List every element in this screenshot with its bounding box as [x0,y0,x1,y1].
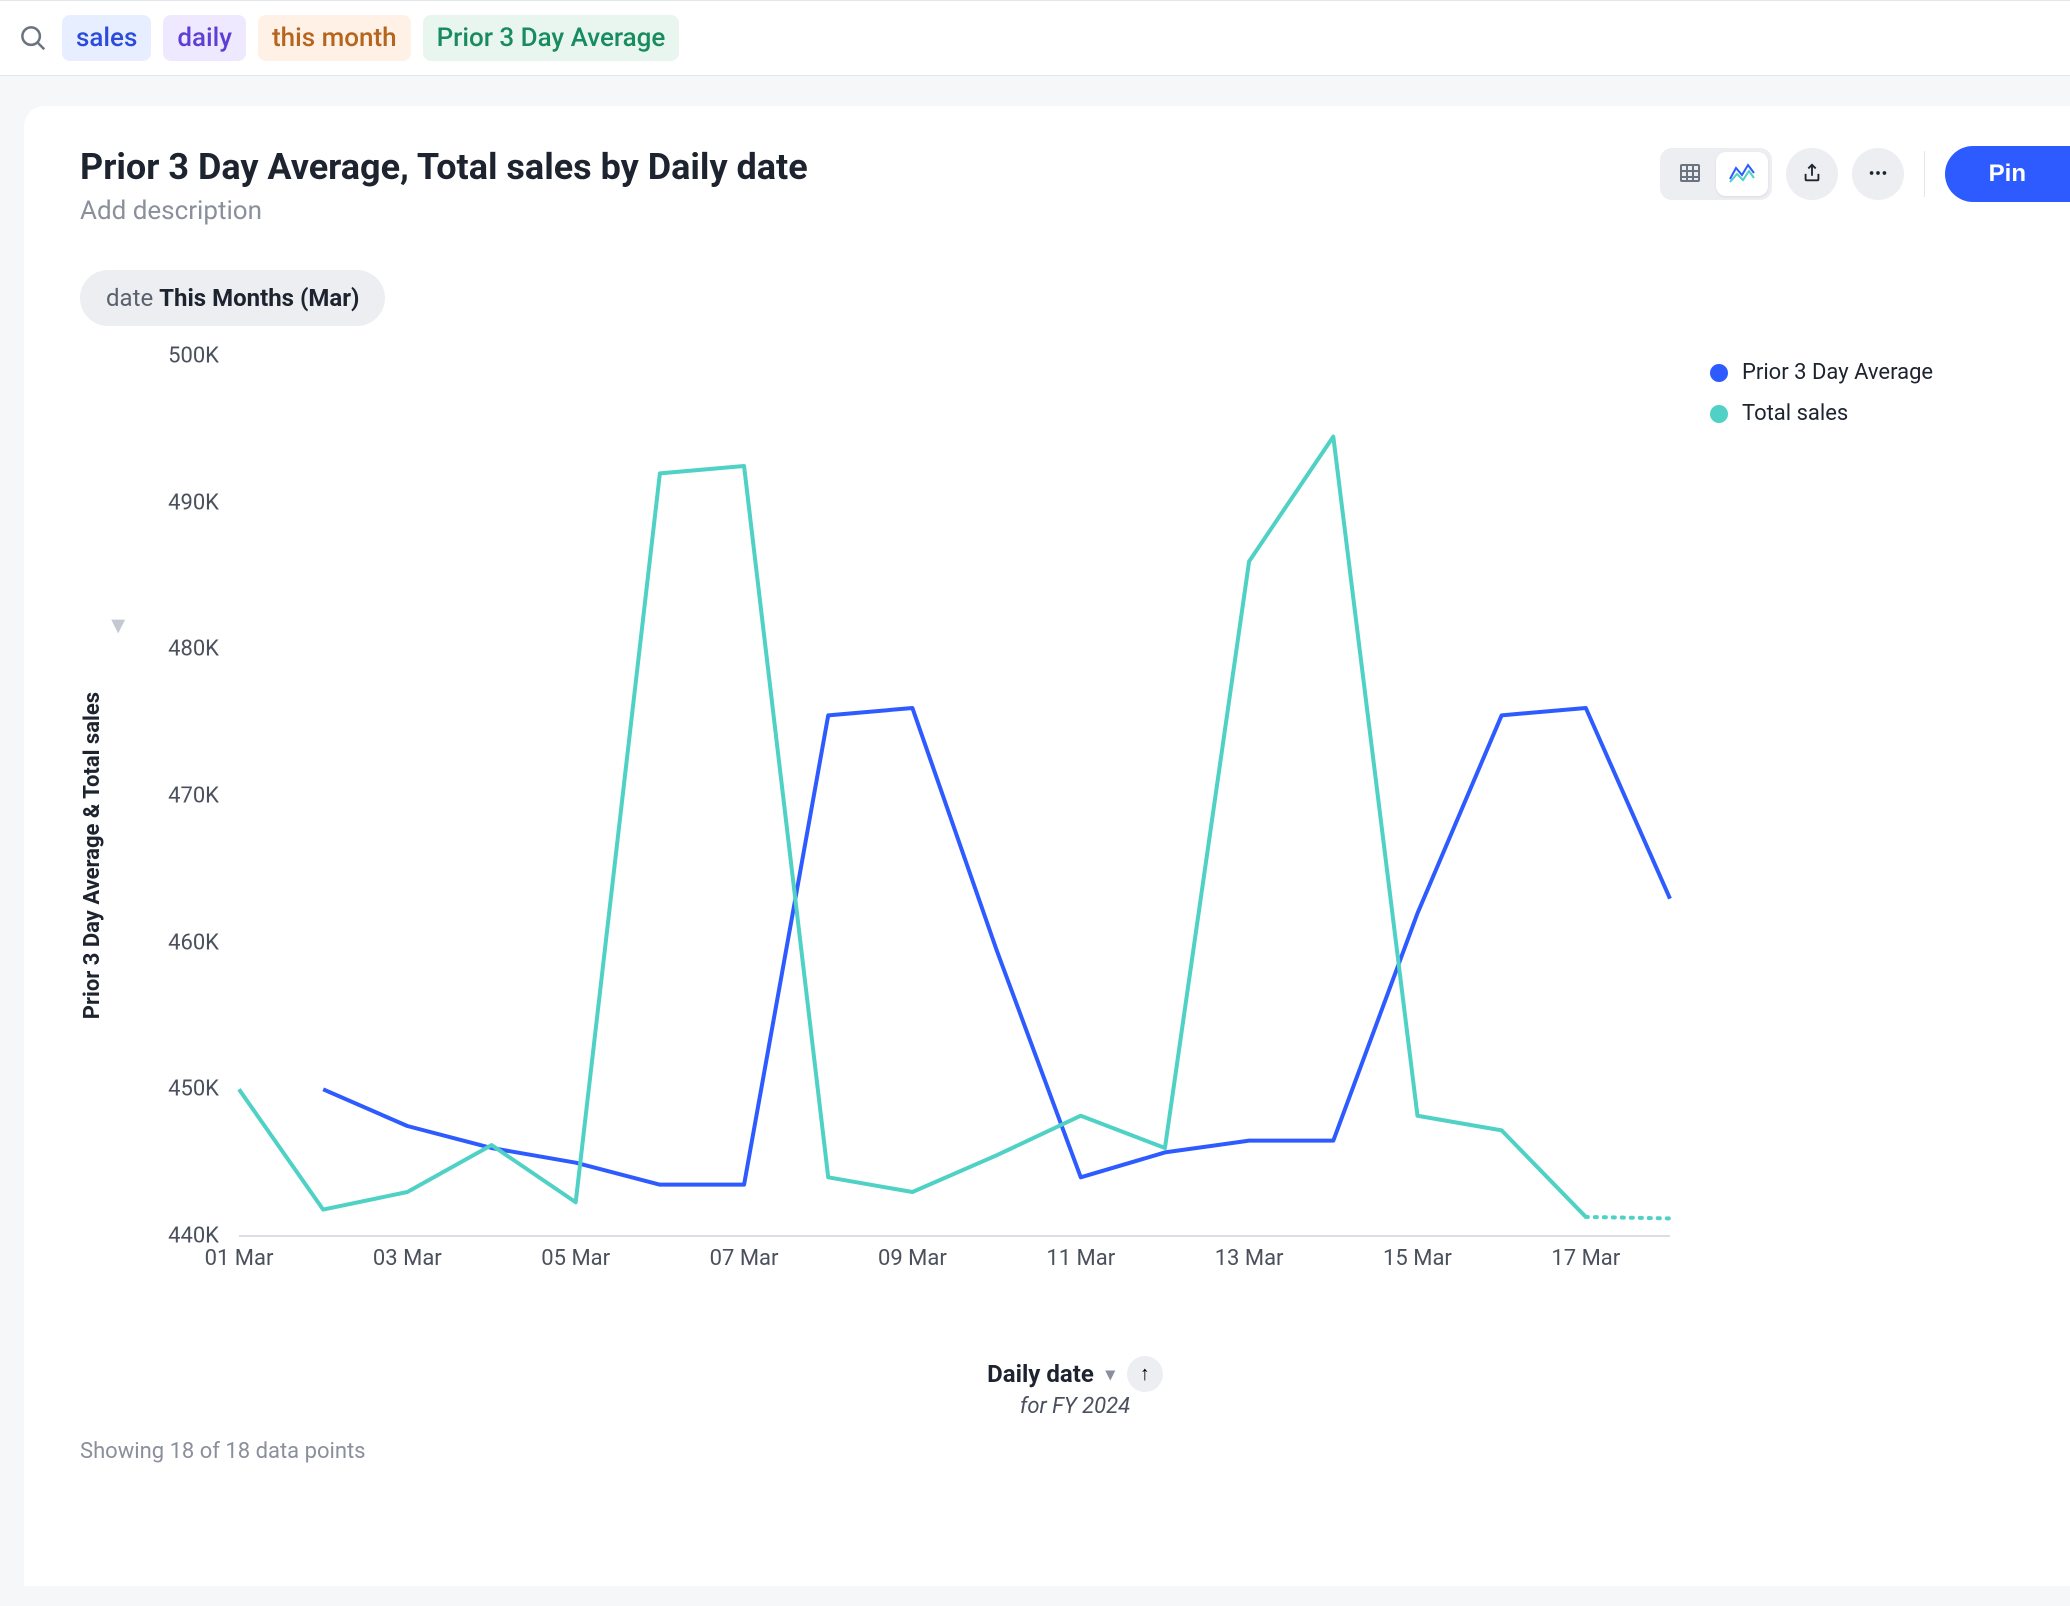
search-icon[interactable] [18,23,48,53]
x-axis-ticks: 01 Mar03 Mar05 Mar07 Mar09 Mar11 Mar13 M… [239,1246,1670,1286]
x-tick-label: 05 Mar [541,1246,610,1271]
header-actions: Pin [1660,146,2070,202]
y-tick-label: 480K [168,637,219,662]
x-axis-title-row: Daily date ▾ ↑ [80,1356,2070,1392]
search-token[interactable]: daily [163,15,246,61]
viz-card: Prior 3 Day Average, Total sales by Dail… [24,106,2070,1586]
table-icon [1678,161,1702,188]
x-axis-title[interactable]: Daily date [987,1360,1094,1388]
x-axis-subtitle: for FY 2024 [80,1394,2070,1419]
filter-value: This Months (Mar) [159,284,359,312]
divider [1924,151,1925,197]
pin-button[interactable]: Pin [1945,146,2070,202]
description-input[interactable]: Add description [80,196,808,226]
chevron-down-icon[interactable]: ▾ [1106,1364,1115,1385]
chart-plot[interactable] [239,356,1670,1236]
x-tick-label: 13 Mar [1215,1246,1284,1271]
y-tick-label: 470K [168,784,219,809]
legend-item-total-sales[interactable]: Total sales [1710,401,2040,426]
chart-title: Prior 3 Day Average, Total sales by Dail… [80,146,808,188]
legend-label: Prior 3 Day Average [1742,360,1933,385]
more-actions-button[interactable] [1852,148,1904,200]
data-points-note: Showing 18 of 18 data points [80,1439,2070,1464]
x-tick-label: 03 Mar [373,1246,442,1271]
search-token[interactable]: sales [62,15,151,61]
y-axis-title: Prior 3 Day Average & Total sales [80,692,105,1019]
share-button[interactable] [1786,148,1838,200]
y-axis-ticks: 440K450K460K470K480K490K500K [109,356,219,1236]
table-view-button[interactable] [1664,152,1716,196]
y-tick-label: 460K [168,930,219,955]
legend-dot-icon [1710,364,1728,382]
search-token[interactable]: Prior 3 Day Average [423,15,680,61]
x-tick-label: 09 Mar [878,1246,947,1271]
sort-asc-button[interactable]: ↑ [1127,1356,1163,1392]
legend-label: Total sales [1742,401,1848,426]
search-tokens[interactable]: sales daily this month Prior 3 Day Average [62,15,679,61]
y-tick-label: 490K [168,490,219,515]
x-tick-label: 15 Mar [1383,1246,1452,1271]
x-tick-label: 17 Mar [1551,1246,1620,1271]
arrow-up-icon: ↑ [1140,1363,1150,1386]
search-bar: sales daily this month Prior 3 Day Average [0,0,2070,76]
legend-item-prior3day[interactable]: Prior 3 Day Average [1710,360,2040,385]
more-horizontal-icon [1867,162,1889,187]
chart-legend: Prior 3 Day Average Total sales [1710,356,2040,442]
view-mode-toggle [1660,148,1772,200]
y-tick-label: 440K [168,1224,219,1249]
line-chart-icon [1729,162,1755,187]
search-token[interactable]: this month [258,15,411,61]
filter-field: date [106,284,153,312]
y-tick-label: 500K [168,344,219,369]
date-filter-chip[interactable]: date This Months (Mar) [80,270,385,326]
x-tick-label: 07 Mar [710,1246,779,1271]
legend-dot-icon [1710,405,1728,423]
share-icon [1801,162,1823,187]
x-tick-label: 11 Mar [1046,1246,1115,1271]
chart-view-button[interactable] [1716,152,1768,196]
y-tick-label: 450K [168,1077,219,1102]
chart-area: ▶ Prior 3 Day Average & Total sales 440K… [80,356,2070,1356]
x-tick-label: 01 Mar [205,1246,274,1271]
